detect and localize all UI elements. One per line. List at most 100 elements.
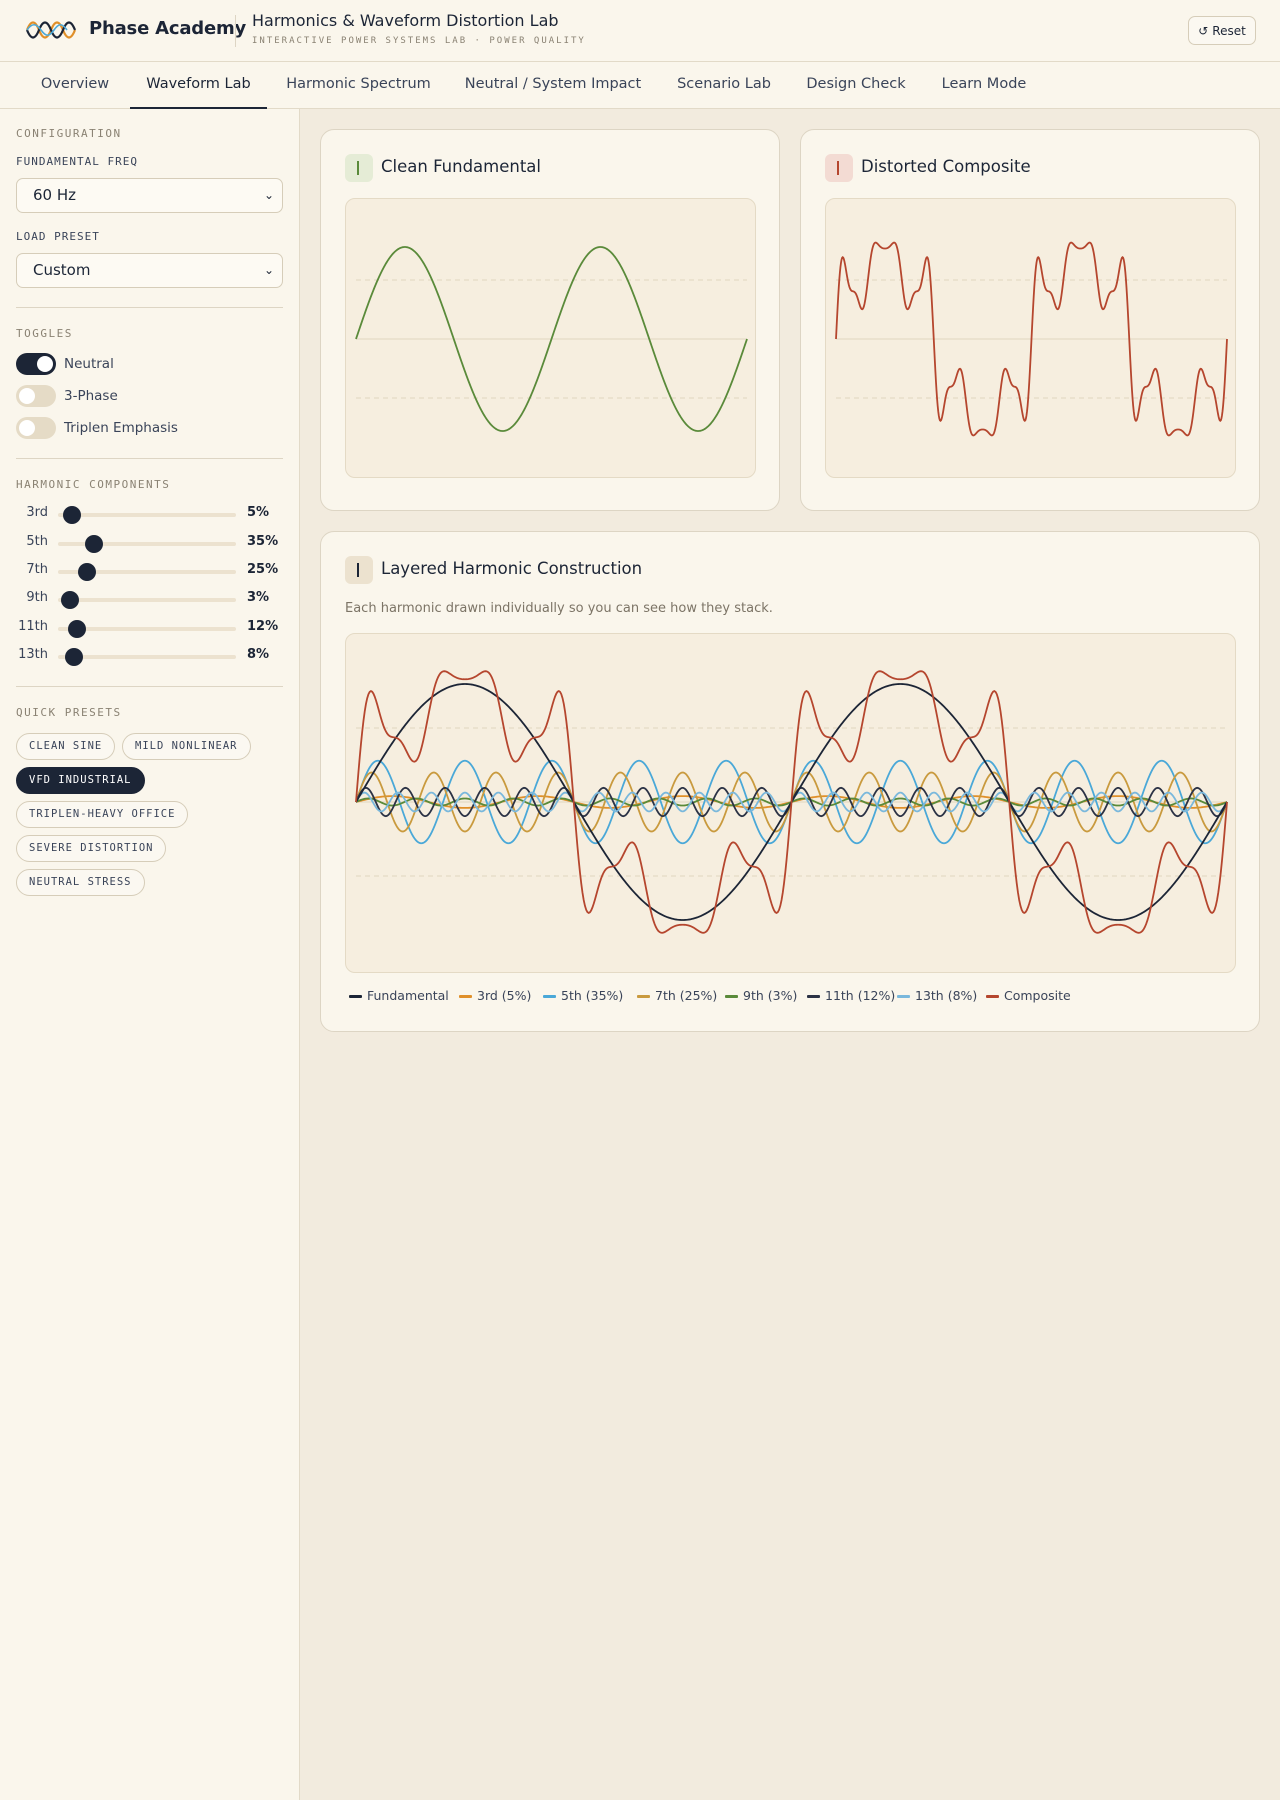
- harmonic-slider-track[interactable]: [58, 563, 236, 581]
- wave-icon: [825, 154, 853, 182]
- page-subtitle: INTERACTIVE POWER SYSTEMS LAB · POWER QU…: [252, 36, 586, 46]
- sidebar: CONFIGURATION FUNDAMENTAL FREQ 60 Hz ⌄ L…: [0, 109, 300, 1800]
- legend-swatch: [807, 995, 820, 998]
- legend-label: 11th (12%): [825, 988, 896, 1003]
- chevron-down-icon: ⌄: [263, 188, 274, 202]
- wave-icon: [345, 154, 373, 182]
- tab-harmonic-spectrum[interactable]: Harmonic Spectrum: [276, 62, 441, 109]
- tab-scenario-lab[interactable]: Scenario Lab: [668, 62, 780, 109]
- harmonic-name: 3rd: [26, 505, 48, 520]
- harmonic-row-7th: 7th 25%: [16, 561, 283, 581]
- reset-button[interactable]: ↺ Reset: [1188, 16, 1256, 45]
- harmonic-row-9th: 9th 3%: [16, 589, 283, 609]
- preset-chip-triplen-heavy-office[interactable]: TRIPLEN-HEAVY OFFICE: [16, 801, 189, 828]
- page-title: Harmonics & Waveform Distortion Lab: [252, 11, 559, 30]
- tab-design-check[interactable]: Design Check: [798, 62, 914, 109]
- preset-chip-severe-distortion[interactable]: SEVERE DISTORTION: [16, 835, 167, 862]
- clean-fundamental-chart: [355, 246, 748, 432]
- harmonic-name: 7th: [26, 562, 48, 577]
- harmonic-slider-track[interactable]: [58, 535, 236, 553]
- harmonic-name: 11th: [18, 619, 48, 634]
- harmonic-value: 35%: [247, 534, 279, 549]
- freq-label: FUNDAMENTAL FREQ: [16, 155, 138, 168]
- harmonic-slider-thumb[interactable]: [77, 563, 96, 581]
- layered-construction-plot: [345, 633, 1236, 973]
- harmonic-row-5th: 5th 35%: [16, 533, 283, 553]
- legend-label: Composite: [1004, 988, 1071, 1003]
- tab-waveform-lab[interactable]: Waveform Lab: [130, 62, 267, 109]
- configuration-title: CONFIGURATION: [16, 127, 122, 140]
- preset-chip-neutral-stress[interactable]: NEUTRAL STRESS: [16, 869, 145, 896]
- harmonic-name: 9th: [26, 590, 48, 605]
- harmonic-value: 5%: [247, 505, 270, 520]
- divider: [16, 686, 283, 687]
- card-title: Distorted Composite: [861, 157, 1031, 176]
- toggle-3-phase-label: 3-Phase: [64, 388, 118, 404]
- harmonic-slider-thumb[interactable]: [85, 535, 104, 553]
- preset-chip-clean-sine[interactable]: CLEAN SINE: [16, 733, 116, 760]
- harmonic-slider-track[interactable]: [58, 648, 236, 666]
- distorted-composite-plot: [825, 198, 1236, 478]
- legend-label: Fundamental: [367, 988, 449, 1003]
- card-title: Layered Harmonic Construction: [381, 559, 643, 578]
- freq-select-value: 60 Hz: [33, 186, 77, 204]
- harmonic-name: 13th: [18, 647, 48, 662]
- harmonic-name: 5th: [26, 534, 48, 549]
- legend-label: 13th (8%): [915, 988, 978, 1003]
- reset-label: Reset: [1212, 23, 1246, 38]
- header-divider: [235, 15, 236, 47]
- preset-label: LOAD PRESET: [16, 230, 100, 243]
- harmonic-slider-track[interactable]: [58, 591, 236, 609]
- divider: [16, 458, 283, 459]
- legend-swatch: [637, 995, 650, 998]
- harmonic-slider-track[interactable]: [58, 620, 236, 638]
- legend-swatch: [543, 995, 556, 998]
- reset-icon: ↺: [1198, 23, 1209, 38]
- legend-label: 3rd (5%): [477, 988, 532, 1003]
- toggle-3-phase[interactable]: [16, 385, 56, 407]
- harmonic-row-11th: 11th 12%: [16, 618, 283, 638]
- legend-swatch: [459, 995, 472, 998]
- harmonic-slider-thumb[interactable]: [65, 648, 83, 666]
- harmonic-slider-thumb[interactable]: [68, 620, 86, 638]
- harmonic-value: 8%: [247, 647, 270, 662]
- harmonic-slider-thumb[interactable]: [62, 506, 81, 524]
- legend-swatch: [349, 995, 362, 998]
- legend-label: 9th (3%): [743, 988, 798, 1003]
- distorted-composite-card: Distorted Composite: [800, 129, 1260, 511]
- tab-neutral-system-impact[interactable]: Neutral / System Impact: [456, 62, 650, 109]
- tab-bar: Overview Waveform Lab Harmonic Spectrum …: [0, 62, 1280, 109]
- legend-label: 5th (35%): [561, 988, 624, 1003]
- divider: [16, 307, 283, 308]
- layered-construction-chart: [355, 670, 1228, 934]
- harmonic-slider-track[interactable]: [58, 506, 236, 524]
- legend-swatch: [986, 995, 999, 998]
- toggle-triplen-emphasis-label: Triplen Emphasis: [64, 420, 178, 436]
- logo-icon: [25, 21, 77, 39]
- preset-chip-mild-nonlinear[interactable]: MILD NONLINEAR: [122, 733, 251, 760]
- clean-fundamental-plot: [345, 198, 756, 478]
- toggle-knob: [37, 356, 53, 372]
- preset-select[interactable]: Custom ⌄: [16, 253, 283, 288]
- layered-construction-card: Layered Harmonic Construction Each harmo…: [320, 531, 1260, 1032]
- quick-presets-title: QUICK PRESETS: [16, 706, 122, 719]
- toggle-neutral-label: Neutral: [64, 356, 114, 372]
- harmonic-value: 25%: [247, 562, 279, 577]
- app-header: Phase Academy Harmonics & Waveform Disto…: [0, 0, 1280, 62]
- layers-icon: [345, 556, 373, 584]
- harmonic-slider-thumb[interactable]: [61, 591, 80, 609]
- harmonic-value: 3%: [247, 590, 270, 605]
- chevron-down-icon: ⌄: [263, 263, 274, 277]
- tab-overview[interactable]: Overview: [26, 62, 124, 109]
- toggle-neutral[interactable]: [16, 353, 56, 375]
- tab-learn-mode[interactable]: Learn Mode: [932, 62, 1036, 109]
- toggle-knob: [19, 388, 35, 404]
- freq-select[interactable]: 60 Hz ⌄: [16, 178, 283, 213]
- preset-select-value: Custom: [33, 261, 91, 279]
- preset-chip-vfd-industrial[interactable]: VFD INDUSTRIAL: [16, 767, 145, 794]
- card-title: Clean Fundamental: [381, 157, 542, 176]
- harmonic-row-3rd: 3rd 5%: [16, 504, 283, 524]
- toggle-triplen-emphasis[interactable]: [16, 417, 56, 439]
- clean-fundamental-card: Clean Fundamental: [320, 129, 780, 511]
- harmonic-value: 12%: [247, 619, 279, 634]
